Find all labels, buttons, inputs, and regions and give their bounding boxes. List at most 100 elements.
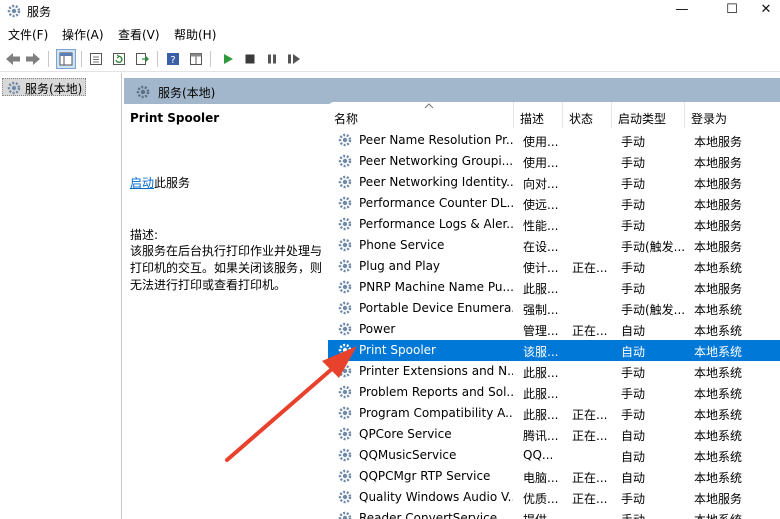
service-gear-icon [337, 153, 353, 172]
services-gear-icon [6, 3, 22, 19]
column-header-startup-type[interactable]: 启动类型 [612, 102, 685, 128]
service-row[interactable]: Power 管理... 正在... 自动 本地系统 [328, 319, 780, 340]
menu-view[interactable]: 查看(V) [118, 26, 160, 43]
start-service-icon[interactable] [219, 50, 237, 68]
service-startup-type: 手动(触发... [621, 303, 686, 317]
service-row[interactable]: Performance Counter DL... 使远... 手动 本地服务 [328, 193, 780, 214]
forward-arrow-icon[interactable] [24, 50, 42, 68]
service-logon-as: 本地系统 [694, 387, 743, 401]
services-gear-icon [135, 84, 151, 103]
service-startup-type: 手动 [621, 511, 689, 519]
service-row[interactable]: Problem Reports and Sol... 此服... 手动 本地系统 [328, 382, 780, 403]
back-arrow-icon[interactable] [4, 50, 22, 68]
service-logon-as: 本地服务 [694, 219, 743, 233]
service-description: 提供... [523, 511, 563, 519]
service-row[interactable]: Portable Device Enumera... 强制... 手动(触发... 本… [328, 298, 780, 319]
service-details-pane: Print Spooler 启动此服务 描述: 该服务在后台执行打印作业并处理与… [124, 104, 326, 519]
service-description: 此服... [523, 387, 559, 401]
service-gear-icon [337, 279, 353, 298]
service-description: 性能... [523, 219, 559, 233]
service-startup-type: 自动 [621, 324, 646, 338]
service-row[interactable]: QQMusicService QQ... 自动 本地系统 [328, 445, 780, 466]
service-gear-icon [337, 195, 353, 214]
service-status: 正在... [572, 408, 608, 422]
service-startup-type: 手动 [621, 408, 646, 422]
start-service-row: 启动此服务 [130, 174, 190, 191]
service-logon-as: 本地系统 [694, 303, 743, 317]
service-row[interactable]: Reader ConvertService 提供... 手动本地系统 [328, 508, 780, 519]
service-row[interactable]: Quality Windows Audio V... 优质... 正在... 手动 本地… [328, 487, 780, 508]
properties-icon[interactable] [87, 50, 105, 68]
export-list-icon[interactable] [133, 50, 151, 68]
service-logon-as: 本地系统 [694, 408, 743, 422]
service-description: 此服... [523, 408, 559, 422]
maximize-button[interactable]: ☐ [712, 0, 752, 22]
service-startup-type: 手动 [621, 282, 646, 296]
refresh-icon[interactable] [110, 50, 128, 68]
service-startup-type: 手动 [621, 366, 646, 380]
toolbar: ? [0, 46, 780, 72]
menu-file[interactable]: 文件(F) [8, 26, 48, 43]
service-name: QQMusicService [359, 448, 457, 462]
pause-service-icon[interactable] [263, 50, 281, 68]
service-startup-type: 手动 [621, 156, 646, 170]
window-title: 服务 [27, 5, 52, 19]
service-status: 正在... [572, 429, 608, 443]
service-name: Quality Windows Audio V... [359, 490, 513, 504]
service-name: Power [359, 322, 396, 336]
selected-service-name: Print Spooler [130, 111, 220, 125]
service-logon-as: 本地服务 [694, 282, 743, 296]
menu-bar: 文件(F) 操作(A) 查看(V) 帮助(H) [0, 23, 780, 45]
service-row[interactable]: Printer Extensions and N... 此服... 手动 本地系统 [328, 361, 780, 382]
column-header-status[interactable]: 状态 [563, 102, 612, 128]
service-row[interactable]: Peer Networking Identity... 向对... 手动 本地服务 [328, 172, 780, 193]
service-status: 正在... [572, 492, 608, 506]
close-button[interactable]: ✕ [752, 0, 780, 22]
service-row[interactable]: PNRP Machine Name Pu... 此服... 手动 本地服务 [328, 277, 780, 298]
column-header-description[interactable]: 描述 [514, 102, 563, 128]
service-name: PNRP Machine Name Pu... [359, 280, 513, 294]
start-service-link[interactable]: 启动 [130, 176, 154, 190]
service-row[interactable]: QPCore Service 腾讯... 正在... 自动 本地系统 [328, 424, 780, 445]
service-row[interactable]: Program Compatibility A... 此服... 正在... 手动 本地… [328, 403, 780, 424]
service-logon-as: 本地系统 [694, 345, 743, 359]
service-gear-icon [337, 174, 353, 193]
service-name: Phone Service [359, 238, 445, 252]
service-gear-icon [337, 510, 353, 519]
menu-action[interactable]: 操作(A) [62, 26, 104, 43]
restart-service-icon[interactable] [285, 50, 303, 68]
service-row[interactable]: Print Spooler 该服... 自动 本地系统 [328, 340, 780, 361]
toolbar-separator [81, 51, 82, 67]
service-row[interactable]: Plug and Play 使计... 正在... 手动 本地系统 [328, 256, 780, 277]
console-tree-icon[interactable] [56, 49, 76, 69]
service-row[interactable]: QQPCMgr RTP Service 电脑... 正在... 自动 本地系统 [328, 466, 780, 487]
service-row[interactable]: Phone Service 在设... 手动(触发... 本地服务 [328, 235, 780, 256]
column-header-name[interactable]: 名称 [328, 102, 514, 128]
service-startup-type: 自动 [621, 450, 646, 464]
help-icon[interactable]: ? [164, 50, 182, 68]
service-name: Program Compatibility A... [359, 406, 513, 420]
svg-text:?: ? [170, 55, 175, 66]
service-description: 此服... [523, 366, 559, 380]
service-name: Plug and Play [359, 259, 441, 273]
service-logon-as: 本地服务 [694, 492, 743, 506]
column-header-logon-as[interactable]: 登录为 [685, 102, 780, 128]
service-description: 优质... [523, 492, 559, 506]
service-gear-icon [337, 300, 353, 319]
view-pane-icon[interactable] [187, 50, 205, 68]
service-startup-type: 手动 [621, 492, 646, 506]
menu-help[interactable]: 帮助(H) [174, 26, 216, 43]
service-name: Portable Device Enumera... [359, 301, 513, 315]
tree-item-label: 服务(本地) [25, 82, 83, 96]
tree-item-services-local[interactable]: 服务(本地) [2, 78, 87, 96]
minimize-button[interactable]: — [662, 0, 702, 22]
service-startup-type: 手动 [621, 219, 646, 233]
console-tree: 服务(本地) [0, 73, 122, 519]
service-row[interactable]: Peer Name Resolution Pr... 使用... 手动 本地服务 [328, 130, 780, 151]
service-row[interactable]: Performance Logs & Aler... 性能... 手动 本地服务 [328, 214, 780, 235]
service-name: QQPCMgr RTP Service [359, 469, 491, 483]
service-row[interactable]: Peer Networking Groupi... 使用... 手动 本地服务 [328, 151, 780, 172]
stop-service-icon[interactable] [241, 50, 259, 68]
service-gear-icon [337, 132, 353, 151]
panel-title: 服务(本地) [158, 86, 216, 100]
